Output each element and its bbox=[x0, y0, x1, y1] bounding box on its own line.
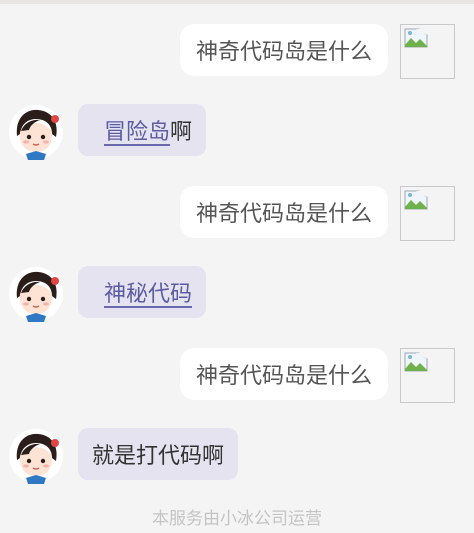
bot-avatar bbox=[9, 429, 63, 484]
top-divider bbox=[0, 0, 474, 4]
bot-avatar bbox=[9, 267, 63, 322]
bot-message-bubble: 就是打代码啊 bbox=[78, 428, 239, 480]
bot-message-bubble: 冒险岛啊 bbox=[78, 104, 207, 156]
user-message-bubble: 神奇代码岛是什么 bbox=[179, 348, 388, 400]
user-avatar[interactable] bbox=[400, 186, 455, 241]
user-message-bubble: 神奇代码岛是什么 bbox=[179, 186, 388, 238]
footer-notice: 本服务由小冰公司运营 bbox=[152, 509, 322, 529]
user-message-text: 神奇代码岛是什么 bbox=[195, 364, 372, 389]
bot-avatar bbox=[9, 105, 63, 160]
user-avatar[interactable] bbox=[400, 348, 455, 403]
broken-image-icon bbox=[404, 28, 428, 48]
user-message-text: 神奇代码岛是什么 bbox=[195, 202, 372, 227]
user-message-bubble: 神奇代码岛是什么 bbox=[179, 24, 388, 76]
bot-message-text: 就是打代码啊 bbox=[92, 444, 225, 469]
bot-message-link[interactable]: 冒险岛 bbox=[104, 114, 170, 146]
bot-message-text: 啊 bbox=[170, 120, 193, 145]
bot-message-link[interactable]: 神秘代码 bbox=[104, 276, 192, 308]
user-message-text: 神奇代码岛是什么 bbox=[195, 40, 372, 65]
broken-image-icon bbox=[404, 190, 428, 210]
broken-image-icon bbox=[404, 352, 428, 372]
bot-message-bubble: 神秘代码 bbox=[78, 266, 207, 318]
user-avatar[interactable] bbox=[400, 24, 455, 79]
